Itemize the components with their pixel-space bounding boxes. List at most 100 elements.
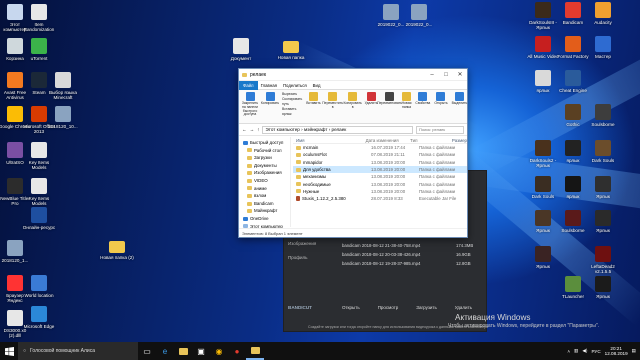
file-row[interactable]: Stuxis_1.12.2_2.5.380 28.07.2019 8:33 Exec… <box>293 195 467 202</box>
start-button[interactable] <box>0 342 18 360</box>
chevron-up-icon[interactable]: ˄ <box>567 349 570 354</box>
desktop-icon[interactable]: Документ <box>224 38 258 61</box>
desktop-icon[interactable]: ярлык <box>556 140 590 163</box>
ribbon-button[interactable]: Новая папка <box>402 92 411 121</box>
network-icon[interactable]: ▥ <box>574 348 578 354</box>
desktop-icon[interactable]: World location <box>22 275 56 298</box>
back-arrow-icon[interactable]: ← <box>242 127 247 132</box>
desktop-icon[interactable]: Ярлык <box>526 246 560 269</box>
nav-item[interactable]: Загрузки <box>239 154 290 162</box>
desktop-icon[interactable]: Ярлык <box>586 210 620 233</box>
desktop-icon[interactable]: Новая папка <box>274 38 308 60</box>
desktop-icon[interactable]: Онлайн-ресурс <box>22 207 56 230</box>
task-view-icon[interactable]: ▭ <box>138 342 156 360</box>
file-row[interactable]: oculumsFlot 07.08.2019 21:11 Папка с файла… <box>293 151 467 158</box>
ribbon-button[interactable]: Копировать в <box>344 92 362 121</box>
desktop-icon[interactable]: 2018120_1... <box>0 240 32 263</box>
volume-icon[interactable]: ◀) <box>582 348 587 354</box>
desktop-icon[interactable]: Ярлык <box>586 176 620 199</box>
desktop-icon[interactable]: Soulsborne <box>556 210 590 233</box>
desktop-icon[interactable]: Microsoft Edge <box>22 306 56 329</box>
desktop-icon[interactable]: Key Items Models <box>22 178 56 206</box>
desktop-icon[interactable]: Format Factory <box>556 36 590 59</box>
nav-item[interactable]: Рабочий стол <box>239 147 290 155</box>
video-row[interactable]: bandicam 2018-08-12 21-38-40-758.mp4 <box>342 243 420 248</box>
tab-share[interactable]: Поделиться <box>280 83 310 88</box>
nav-item[interactable]: Быстрый доступ <box>239 139 290 147</box>
chrome-taskbar-icon[interactable]: ◉ <box>210 342 228 360</box>
ribbon-button[interactable]: Удалить <box>365 92 378 121</box>
file-row[interactable]: Для удобства 13.08.2019 20:00 Папка с файл… <box>293 165 467 174</box>
forward-arrow-icon[interactable]: → <box>250 127 255 132</box>
desktop-icon[interactable]: TLauncher <box>556 276 590 299</box>
ribbon-small-button[interactable]: Скопировать путь <box>282 97 302 107</box>
folder-taskbar-icon[interactable] <box>174 342 192 360</box>
store-taskbar-icon[interactable]: ▣ <box>192 342 210 360</box>
ribbon-button[interactable]: Переименовать <box>377 92 402 121</box>
desktop-icon[interactable]: DarkSouls2 - Ярлык <box>526 140 560 168</box>
desktop-icon[interactable]: Выбор языка Minecraft <box>46 72 80 100</box>
desktop-icon[interactable]: DarkSoulsIII - Ярлык <box>526 2 560 30</box>
up-arrow-icon[interactable]: ↑ <box>257 127 259 132</box>
nav-item[interactable]: Майнкрафт <box>239 207 290 215</box>
file-explorer-window[interactable]: релаек – □ ✕ Файл Главная Поделиться Вид… <box>238 68 468 238</box>
file-row[interactable]: механизмы 13.08.2019 20:00 Папка с файлами <box>293 173 467 180</box>
desktop-icon[interactable]: Soulsborne <box>586 104 620 127</box>
video-row[interactable]: bandicam 2018-08-12 19-28-37-985.mp4 <box>342 261 420 266</box>
nav-item[interactable]: аниме <box>239 185 290 193</box>
delete-button[interactable]: Удалить <box>455 305 472 310</box>
nav-item[interactable]: VIDEO <box>239 177 290 185</box>
ribbon-button[interactable]: Переместить в <box>322 92 343 121</box>
nav-item[interactable]: OneDrive <box>239 215 290 223</box>
file-row[interactable]: mcmain 16.07.2019 17:44 Папка с файлами <box>293 144 467 151</box>
desktop-icon[interactable]: Мастер <box>586 36 620 59</box>
desktop-icon[interactable]: All Music Video <box>526 36 560 59</box>
clock[interactable]: 20:21 12.08.2019 <box>605 346 628 356</box>
edge-taskbar-icon[interactable]: e <box>156 342 174 360</box>
path-segment[interactable]: Этот компьютер <box>265 127 299 132</box>
tab-view[interactable]: Вид <box>310 83 324 88</box>
video-row[interactable]: bandicam 2018-08-12 20-03-38-426.mp4 <box>342 252 420 257</box>
desktop-icon[interactable]: Dark Souls <box>586 140 620 163</box>
file-row[interactable]: необходимые 13.08.2019 20:00 Папка с файла… <box>293 180 467 187</box>
header-type[interactable]: Тип <box>410 138 452 143</box>
app-side-images[interactable]: Изображения <box>288 241 316 246</box>
ribbon-button[interactable]: Вставить <box>306 92 321 121</box>
minimize-button[interactable]: – <box>425 69 439 81</box>
desktop-icon[interactable]: Ярлык <box>586 276 620 299</box>
open-button[interactable]: Открыть <box>342 305 360 310</box>
close-button[interactable]: ✕ <box>453 69 467 81</box>
nav-item[interactable]: взлом <box>239 192 290 200</box>
ribbon-button[interactable]: Выделить <box>452 92 467 121</box>
preview-button[interactable]: Просмотр <box>378 305 399 310</box>
path-segment[interactable]: релаек <box>332 127 347 132</box>
app-side-profile[interactable]: Профиль <box>288 255 307 260</box>
desktop-icon[interactable]: Audacity <box>586 2 620 25</box>
header-size[interactable]: Размер <box>452 138 467 143</box>
search-input[interactable]: Поиск: релаек <box>416 125 464 134</box>
nav-item[interactable]: Изображения <box>239 169 290 177</box>
ribbon-button[interactable]: Открыть <box>434 92 448 121</box>
desktop-icon[interactable]: ярлык <box>556 176 590 199</box>
nav-item[interactable]: Документы <box>239 162 290 170</box>
tab-home[interactable]: Главная <box>258 83 280 88</box>
desktop-icon[interactable]: LeftaDead2 v2.1.5.5 <box>586 246 620 274</box>
explorer-titlebar[interactable]: релаек – □ ✕ <box>239 69 467 81</box>
desktop-icon[interactable]: Key Items Models <box>22 142 56 170</box>
desktop-icon[interactable]: 2019022_0... <box>402 4 436 27</box>
taskbar-search[interactable]: ○ Голосовой помощник Алиса <box>18 342 138 360</box>
ribbon-small-button[interactable]: Вставить ярлык <box>282 107 302 117</box>
ribbon-button[interactable]: Копировать <box>261 92 279 121</box>
file-row[interactable]: mmapidor 13.08.2019 20:00 Папка с файлами <box>293 159 467 166</box>
desktop-icon[interactable]: Cheat Engine <box>556 70 590 93</box>
explorer-taskbar-icon[interactable] <box>246 342 264 360</box>
maximize-button[interactable]: □ <box>439 69 453 81</box>
nav-item[interactable]: Bandicam <box>239 200 290 208</box>
address-bar[interactable]: Этот компьютер › мэйнкрафт › релаек <box>262 125 413 134</box>
header-name[interactable]: Имя <box>293 138 366 143</box>
header-date[interactable]: Дата изменения <box>366 138 411 143</box>
desktop-icon[interactable]: Gothic <box>556 104 590 127</box>
desktop-icon[interactable]: ярлык <box>526 70 560 93</box>
language-indicator[interactable]: РУС <box>591 349 600 354</box>
desktop-icon[interactable]: Новая папка (2) <box>100 238 134 260</box>
